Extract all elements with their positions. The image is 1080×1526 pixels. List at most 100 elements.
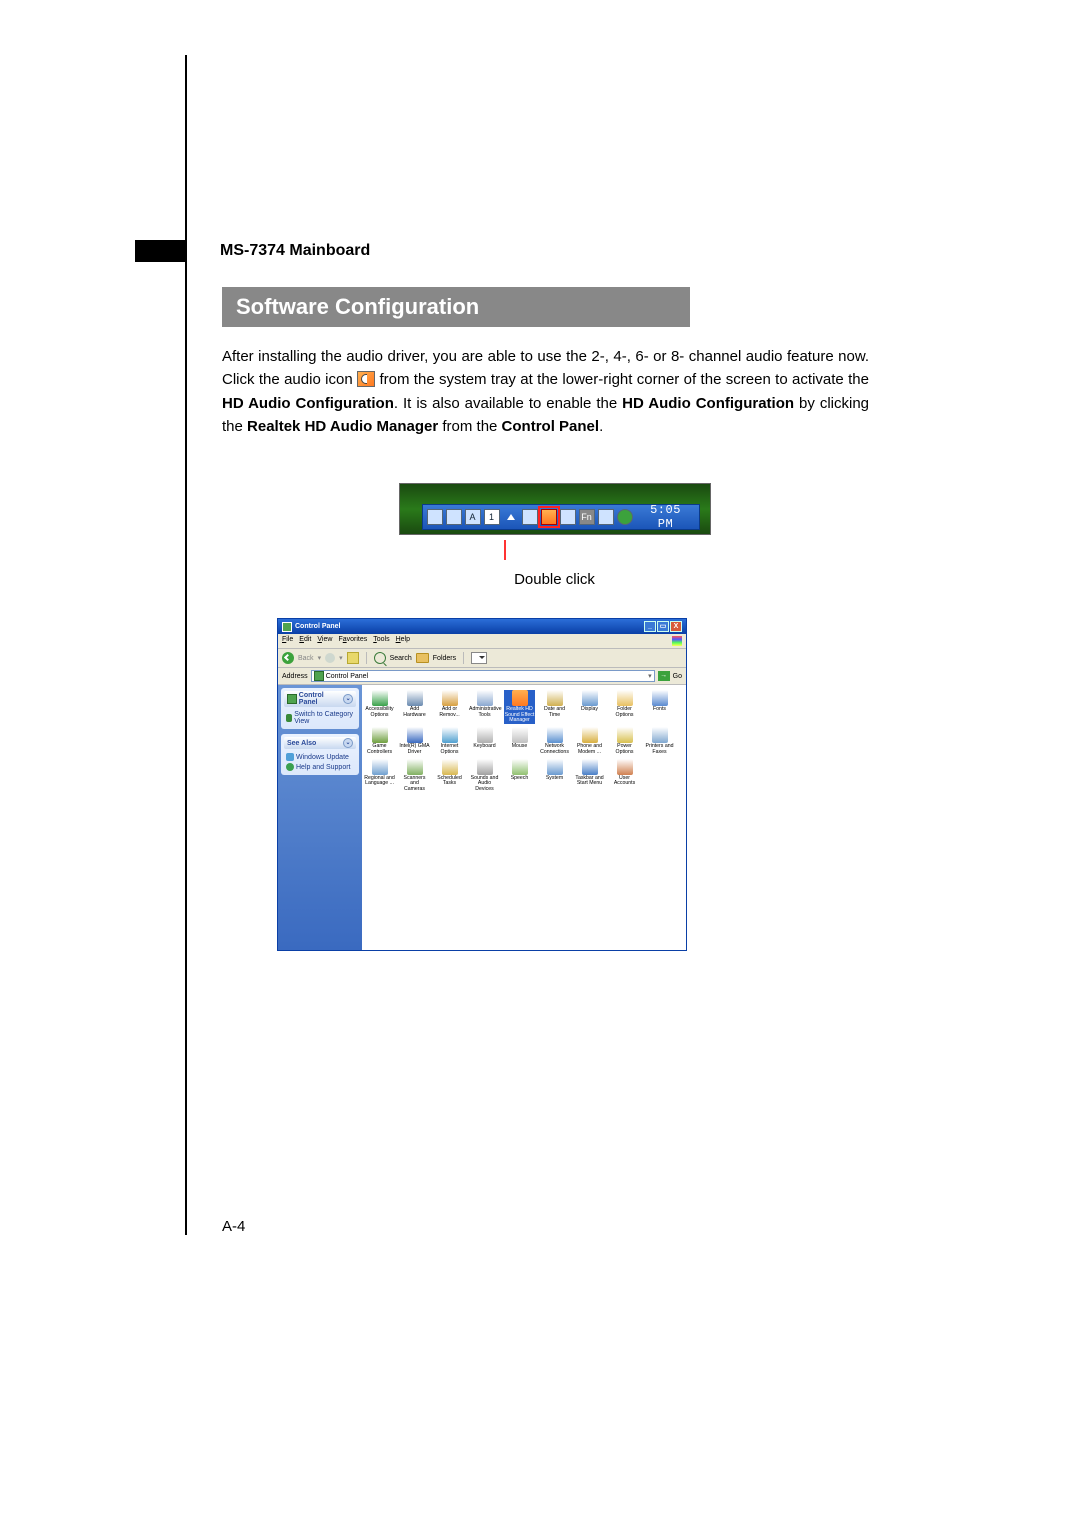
tray-num-icon[interactable]: 1 (484, 509, 500, 525)
cp-item[interactable]: Internet Options (434, 727, 465, 755)
tray-icons: A 1 Fn (423, 509, 633, 525)
switch-view-icon (286, 714, 292, 722)
tray-expand-icon[interactable] (507, 514, 515, 520)
cp-item-label: Printers and Faxes (644, 744, 675, 755)
cp-item[interactable]: Taskbar and Start Menu (574, 759, 605, 793)
help-support-link[interactable]: Help and Support (284, 762, 356, 772)
cp-item-icon (442, 690, 458, 706)
cp-item[interactable]: Printers and Faxes (644, 727, 675, 755)
folders-icon[interactable] (416, 653, 429, 663)
cp-item[interactable]: Add Hardware (399, 690, 430, 724)
cp-item-label: Scanners and Cameras (399, 776, 430, 793)
cp-item[interactable]: Intel(R) GMA Driver (399, 727, 430, 755)
cp-item[interactable]: Scheduled Tasks (434, 759, 465, 793)
panel-collapse-icon[interactable]: ⌄ (343, 694, 353, 704)
cp-item[interactable]: Keyboard (469, 727, 500, 755)
cp-item[interactable]: System (539, 759, 570, 793)
tray-letter-a-icon[interactable]: A (465, 509, 481, 525)
address-input[interactable]: Control Panel ▾ (311, 670, 655, 682)
up-button[interactable] (347, 652, 359, 664)
cp-item-label: Fonts (644, 707, 675, 713)
tray-fn-icon[interactable]: Fn (579, 509, 595, 525)
search-icon[interactable] (374, 652, 386, 664)
menu-help[interactable]: Help (396, 636, 410, 646)
tray-shield-icon[interactable] (446, 509, 462, 525)
cp-item[interactable]: Accessibility Options (364, 690, 395, 724)
close-button[interactable]: X (670, 621, 682, 632)
windows-update-icon (286, 753, 294, 761)
minimize-button[interactable]: _ (644, 621, 656, 632)
window-title: Control Panel (295, 623, 341, 630)
cp-item[interactable]: Sounds and Audio Devices (469, 759, 500, 793)
panel-title: See Also (287, 740, 316, 747)
cp-item-icon (512, 759, 528, 775)
folders-label[interactable]: Folders (433, 655, 456, 662)
p-text: . (599, 418, 603, 435)
menu-favorites[interactable]: Favorites (338, 636, 367, 646)
cp-item-label: Accessibility Options (364, 707, 395, 718)
cp-item[interactable]: Realtek HD Sound Effect Manager (504, 690, 535, 724)
p-bold: Realtek HD Audio Manager (247, 418, 438, 435)
go-button[interactable]: → (658, 671, 670, 681)
cp-item-label: Speech (504, 776, 535, 782)
panel-collapse-icon[interactable]: ⌄ (343, 738, 353, 748)
cp-item-icon (512, 690, 528, 706)
address-value: Control Panel (326, 673, 368, 680)
switch-category-link[interactable]: Switch to Category View (284, 710, 356, 726)
p-bold: Control Panel (502, 418, 600, 435)
windows-update-link[interactable]: Windows Update (284, 752, 356, 762)
panel-title: Control Panel (299, 692, 343, 706)
cp-item-icon (582, 727, 598, 743)
help-icon (286, 763, 294, 771)
cp-item-icon (547, 690, 563, 706)
body-paragraph: After installing the audio driver, you a… (222, 345, 869, 438)
cp-item[interactable]: Date and Time (539, 690, 570, 724)
p-text: . It is also available to enable the (394, 395, 622, 412)
link-text: Switch to Category View (294, 711, 354, 725)
cp-item[interactable]: Speech (504, 759, 535, 793)
maximize-button[interactable]: ▭ (657, 621, 669, 632)
cp-item-label: Administrative Tools (469, 707, 500, 718)
tray-cfg-icon[interactable] (598, 509, 614, 525)
tray-display-icon[interactable] (560, 509, 576, 525)
cp-item-icon (617, 759, 633, 775)
menu-edit[interactable]: Edit (299, 636, 311, 646)
cp-item[interactable]: Phone and Modem ... (574, 727, 605, 755)
cp-item[interactable]: Power Options (609, 727, 640, 755)
address-cp-icon (314, 671, 324, 681)
cp-item-icon (442, 759, 458, 775)
menu-tools[interactable]: Tools (373, 636, 389, 646)
search-label[interactable]: Search (390, 655, 412, 662)
tray-net-icon[interactable] (427, 509, 443, 525)
cp-item[interactable]: Add or Remov... (434, 690, 465, 724)
tray-realtek-audio-icon[interactable] (541, 509, 557, 525)
cp-item[interactable]: Regional and Language ... (364, 759, 395, 793)
views-button[interactable] (471, 652, 487, 664)
menu-file[interactable]: File (282, 636, 293, 646)
forward-button[interactable] (325, 653, 335, 663)
cp-item-label: Internet Options (434, 744, 465, 755)
back-button[interactable] (282, 652, 294, 664)
cp-item[interactable]: Folder Options (609, 690, 640, 724)
cp-item-label: User Accounts (609, 776, 640, 787)
cp-item-label: Keyboard (469, 744, 500, 750)
cp-item-label: Taskbar and Start Menu (574, 776, 605, 787)
tray-speaker-icon[interactable] (522, 509, 538, 525)
cp-item[interactable]: Game Controllers (364, 727, 395, 755)
cp-item[interactable]: Administrative Tools (469, 690, 500, 724)
cp-item[interactable]: User Accounts (609, 759, 640, 793)
header-accent (135, 240, 185, 262)
cp-item[interactable]: Network Connections (539, 727, 570, 755)
p-bold: HD Audio Configuration (622, 395, 794, 412)
cp-item[interactable]: Fonts (644, 690, 675, 724)
mainboard-model: MS-7374 Mainboard (220, 242, 370, 260)
cp-item-icon (407, 690, 423, 706)
cp-item[interactable]: Scanners and Cameras (399, 759, 430, 793)
control-panel-icon (282, 622, 292, 632)
link-text: Help and Support (296, 764, 350, 771)
tray-refresh-icon[interactable] (617, 509, 633, 525)
menu-view[interactable]: View (317, 636, 332, 646)
link-text: Windows Update (296, 754, 349, 761)
cp-item[interactable]: Display (574, 690, 605, 724)
cp-item[interactable]: Mouse (504, 727, 535, 755)
